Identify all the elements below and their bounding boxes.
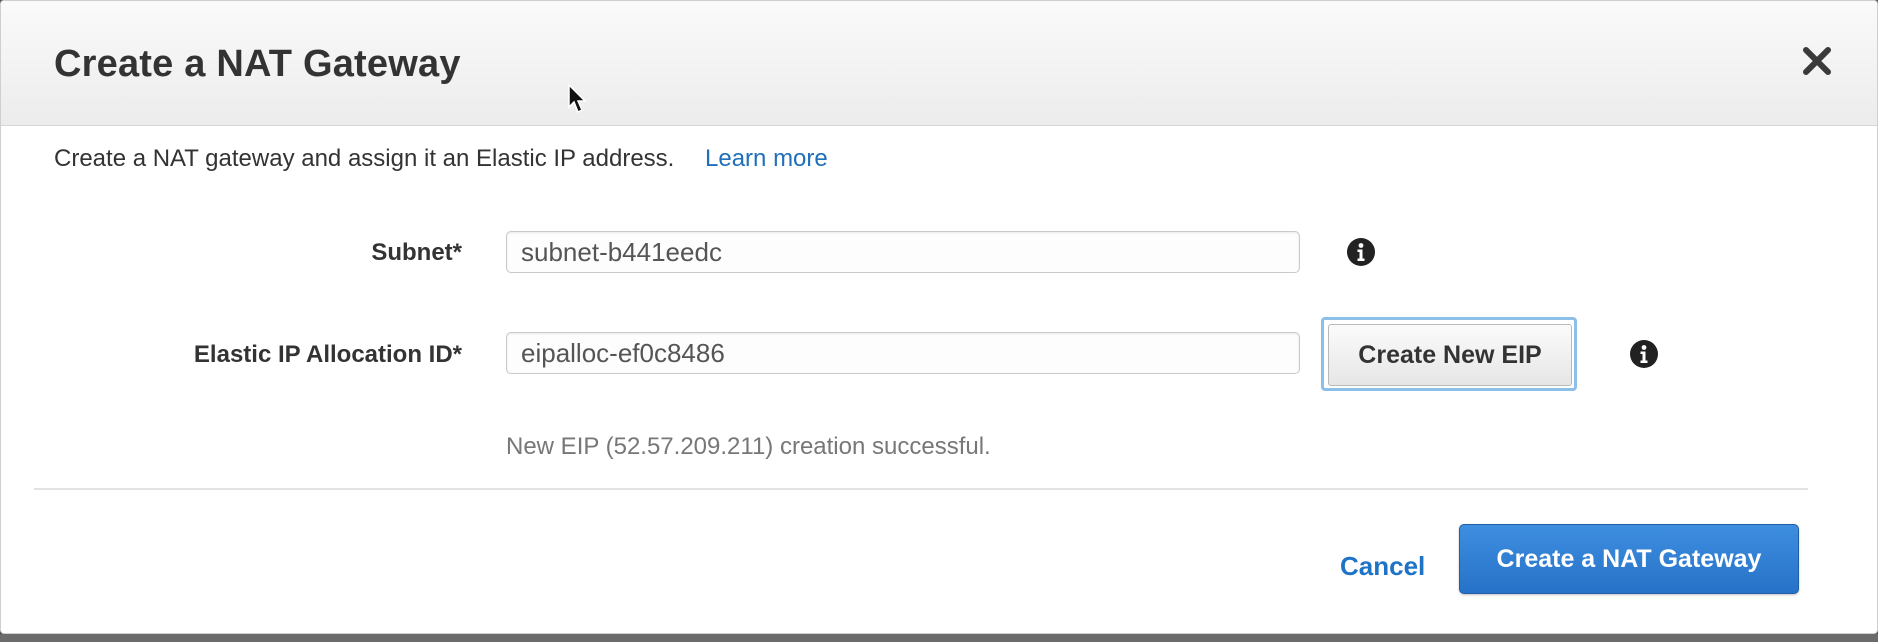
subnet-label: Subnet* bbox=[371, 239, 462, 266]
subnet-input[interactable] bbox=[506, 231, 1300, 273]
info-icon[interactable] bbox=[1346, 237, 1376, 267]
eip-success-message: New EIP (52.57.209.211) creation success… bbox=[506, 433, 991, 460]
intro-text-row: Create a NAT gateway and assign it an El… bbox=[54, 145, 828, 173]
learn-more-link[interactable]: Learn more bbox=[705, 145, 828, 172]
mouse-pointer-icon bbox=[568, 83, 587, 114]
create-nat-gateway-dialog: Create a NAT Gateway Create a NAT gatewa… bbox=[0, 0, 1878, 634]
dialog-header: Create a NAT Gateway bbox=[1, 1, 1877, 126]
create-new-eip-button[interactable]: Create New EIP bbox=[1321, 317, 1577, 391]
create-nat-gateway-button[interactable]: Create a NAT Gateway bbox=[1459, 524, 1799, 594]
info-icon[interactable] bbox=[1629, 339, 1659, 369]
intro-text: Create a NAT gateway and assign it an El… bbox=[54, 145, 675, 172]
background-strip bbox=[0, 634, 1878, 642]
create-new-eip-button-label: Create New EIP bbox=[1328, 324, 1572, 386]
cancel-button[interactable]: Cancel bbox=[1340, 551, 1425, 582]
eip-allocation-input[interactable] bbox=[506, 332, 1300, 374]
eip-allocation-label: Elastic IP Allocation ID* bbox=[193, 341, 462, 368]
footer-divider bbox=[34, 488, 1808, 490]
close-icon[interactable] bbox=[1799, 43, 1835, 79]
dialog-title: Create a NAT Gateway bbox=[54, 43, 461, 85]
